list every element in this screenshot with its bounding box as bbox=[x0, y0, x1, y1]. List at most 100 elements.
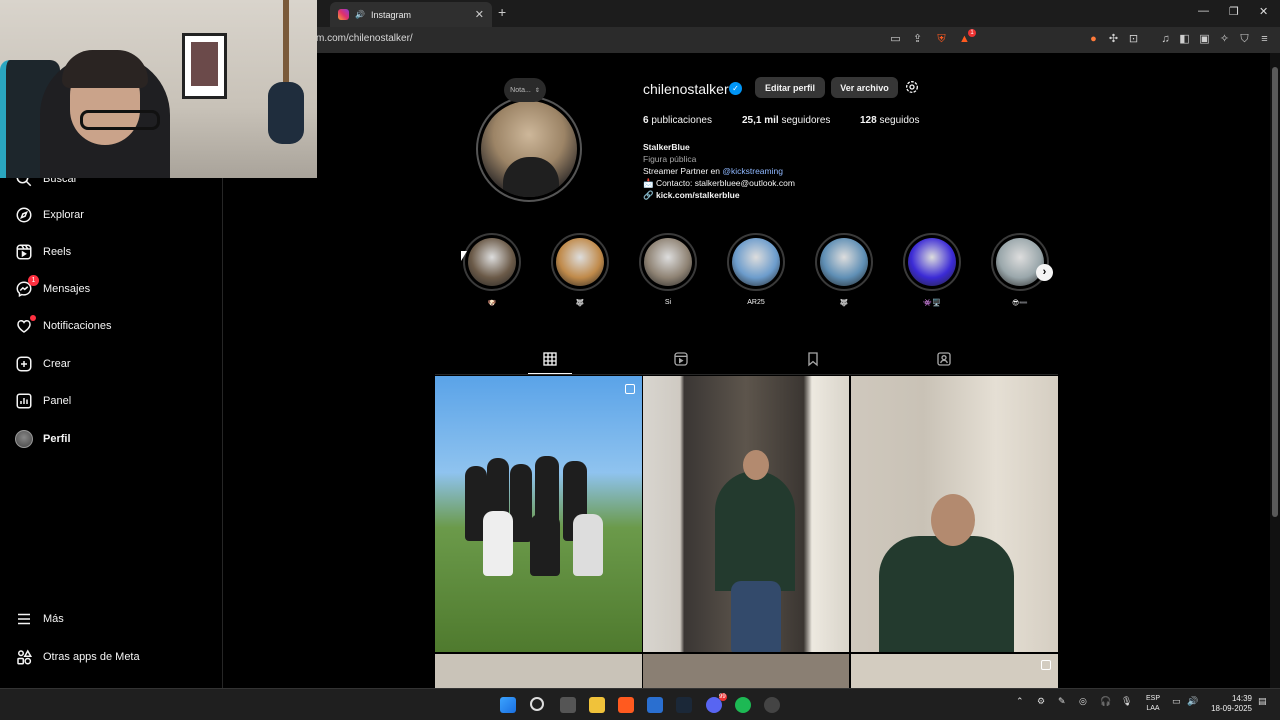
steam-icon[interactable] bbox=[676, 697, 692, 713]
input-language-indicator[interactable]: ESP LAA bbox=[1143, 694, 1163, 714]
leo-ai-icon[interactable]: ✧ bbox=[1218, 33, 1231, 46]
sidebar-item-reels[interactable]: Reels bbox=[15, 243, 71, 261]
followers-count[interactable]: 25,1 mil seguidores bbox=[742, 115, 830, 126]
scrollbar-thumb[interactable] bbox=[1272, 67, 1278, 517]
spotify-icon[interactable] bbox=[735, 697, 751, 713]
notification-center-icon[interactable]: ▤ bbox=[1258, 696, 1267, 707]
tray-steam-icon[interactable]: ◎ bbox=[1079, 696, 1087, 707]
following-count[interactable]: 128 seguidos bbox=[860, 115, 920, 126]
post-thumbnail-mirror-selfie-1[interactable] bbox=[643, 376, 849, 652]
view-archive-button[interactable]: Ver archivo bbox=[831, 77, 898, 98]
network-icon[interactable]: ▭ bbox=[1172, 696, 1181, 707]
post-thumbnail-4[interactable] bbox=[435, 654, 642, 688]
post-thumbnail-6[interactable] bbox=[851, 654, 1058, 688]
mouse-cursor bbox=[461, 251, 467, 261]
browser-tab-instagram[interactable]: 🔊 Instagram ✕ bbox=[330, 2, 492, 27]
story-highlight[interactable]: 🐺 bbox=[814, 233, 874, 307]
brave-rewards-icon[interactable]: ▲ 1 bbox=[958, 29, 976, 46]
highlight-cover bbox=[644, 238, 692, 286]
obs-icon[interactable] bbox=[764, 697, 780, 713]
post-thumbnail-group-photo[interactable] bbox=[435, 376, 642, 652]
meta-apps-icon bbox=[15, 648, 33, 666]
sidebar-item-profile[interactable]: Perfil bbox=[15, 430, 71, 448]
bio-partner-text: Streamer Partner en bbox=[643, 166, 723, 176]
share-icon[interactable]: ⇪ bbox=[911, 33, 924, 46]
microphone-icon[interactable]: 🎙 bbox=[1121, 696, 1132, 707]
highlight-label: 🐺 bbox=[575, 300, 585, 307]
task-view-icon[interactable] bbox=[560, 697, 576, 713]
tab-reels-icon[interactable] bbox=[673, 351, 691, 369]
highlight-ring bbox=[727, 233, 785, 291]
sidebar-item-dashboard[interactable]: Panel bbox=[15, 392, 71, 410]
story-highlight[interactable]: 👾🖥️ bbox=[902, 233, 962, 307]
search-icon[interactable] bbox=[530, 697, 544, 711]
bio-mention-link[interactable]: @kickstreaming bbox=[722, 166, 783, 176]
hamburger-menu-icon bbox=[15, 610, 33, 628]
note-arrows-icon: ⇕ bbox=[534, 87, 540, 94]
profile-note-bubble[interactable]: Nota... ⇕ bbox=[504, 78, 546, 102]
highlight-cover bbox=[732, 238, 780, 286]
screenshot-icon[interactable]: ⊡ bbox=[1127, 33, 1140, 46]
post-thumbnail-5[interactable] bbox=[643, 654, 849, 688]
posts-number: 6 bbox=[643, 115, 649, 126]
story-highlight[interactable]: 🐶 bbox=[462, 233, 522, 307]
speaker-icon[interactable]: 🔊 bbox=[355, 10, 365, 19]
media-icon[interactable]: ♫ bbox=[1159, 33, 1172, 46]
new-tab-icon[interactable]: + bbox=[498, 4, 506, 20]
tray-app-icon[interactable]: ⚙ bbox=[1037, 696, 1045, 707]
menu-icon[interactable]: ≡ bbox=[1258, 33, 1271, 46]
page-scrollbar[interactable] bbox=[1270, 53, 1280, 688]
sidebar-item-create[interactable]: Crear bbox=[15, 355, 71, 373]
bio-external-link[interactable]: kick.com/stalkerblue bbox=[656, 190, 740, 200]
streamer-webcam-overlay bbox=[0, 0, 317, 178]
settings-gear-icon[interactable] bbox=[904, 79, 920, 95]
file-explorer-icon[interactable] bbox=[589, 697, 605, 713]
lang-code: ESP bbox=[1145, 695, 1160, 702]
bio-link-row[interactable]: 🔗 kick.com/stalkerblue bbox=[643, 189, 795, 201]
minimize-icon[interactable]: — bbox=[1198, 5, 1209, 17]
app-icon[interactable] bbox=[647, 697, 663, 713]
tab-posts-grid-icon[interactable] bbox=[542, 351, 560, 369]
profile-picture[interactable] bbox=[476, 96, 582, 202]
restore-icon[interactable]: ❐ bbox=[1229, 5, 1239, 18]
system-clock[interactable]: 14:39 18-09-2025 bbox=[1206, 694, 1252, 714]
story-highlight[interactable]: Si bbox=[638, 233, 698, 306]
brave-browser-icon[interactable] bbox=[618, 697, 634, 713]
sidebar-item-messages[interactable]: 1 Mensajes bbox=[15, 275, 90, 298]
tab-tagged-icon[interactable] bbox=[936, 351, 954, 369]
close-tab-icon[interactable]: ✕ bbox=[475, 8, 484, 21]
extensions-puzzle-icon[interactable]: ✣ bbox=[1107, 33, 1120, 46]
tray-pen-icon[interactable]: ✎ bbox=[1058, 696, 1066, 707]
discord-icon[interactable]: 99 bbox=[706, 693, 727, 713]
tab-saved-bookmark-icon[interactable] bbox=[805, 351, 823, 369]
tray-chevron-icon[interactable]: ⌃ bbox=[1016, 696, 1024, 707]
volume-icon[interactable]: 🔊 bbox=[1187, 696, 1198, 707]
highlight-cover bbox=[908, 238, 956, 286]
extension-icon[interactable]: ● bbox=[1087, 33, 1100, 46]
carousel-icon bbox=[1041, 660, 1051, 670]
profile-bio: StalkerBlue Figura pública Streamer Part… bbox=[643, 141, 795, 201]
url-field[interactable]: m.com/chilenostalker/ bbox=[316, 33, 413, 44]
sidebar-item-meta-apps[interactable]: Otras apps de Meta bbox=[15, 648, 140, 666]
sidebar-item-explore[interactable]: Explorar bbox=[15, 206, 84, 224]
windows-start-icon[interactable] bbox=[500, 697, 516, 713]
sidebar-item-label: Otras apps de Meta bbox=[43, 651, 140, 663]
headset-icon[interactable]: 🎧 bbox=[1100, 696, 1111, 707]
vpn-icon[interactable]: ⛉ bbox=[1238, 33, 1251, 46]
highlight-label: 😎➖ bbox=[1011, 300, 1028, 307]
wallet-icon[interactable]: ▣ bbox=[1198, 33, 1211, 46]
highlight-label: Si bbox=[664, 299, 672, 306]
sidebar-item-more[interactable]: Más bbox=[15, 610, 64, 628]
story-highlight[interactable]: 🐺 bbox=[550, 233, 610, 307]
sidebar-toggle-icon[interactable]: ◧ bbox=[1178, 33, 1191, 46]
sidebar-item-notifications[interactable]: Notificaciones bbox=[15, 315, 111, 335]
dashboard-chart-icon bbox=[15, 392, 33, 410]
edit-profile-button[interactable]: Editar perfil bbox=[755, 77, 825, 98]
brave-shield-icon[interactable]: ⛨ bbox=[935, 33, 948, 46]
cast-icon[interactable]: ▭ bbox=[889, 33, 902, 46]
instagram-favicon-icon bbox=[338, 9, 349, 20]
highlights-next-arrow-icon[interactable]: › bbox=[1036, 264, 1053, 281]
close-window-icon[interactable]: ✕ bbox=[1259, 5, 1268, 18]
story-highlight[interactable]: AR25 bbox=[726, 233, 786, 306]
post-thumbnail-mirror-selfie-2[interactable] bbox=[851, 376, 1058, 652]
